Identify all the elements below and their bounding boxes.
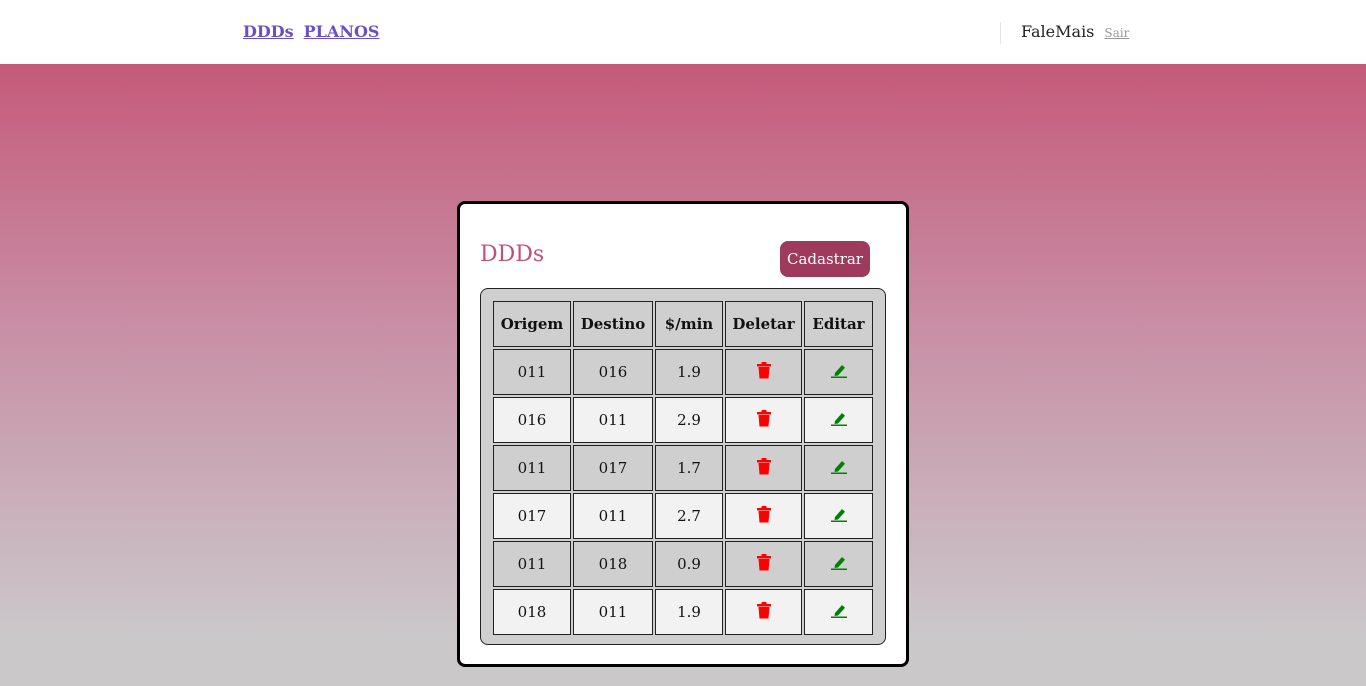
column-header-deletar: Deletar [725,301,802,347]
cell-editar [804,589,873,635]
cell-destino: 017 [573,445,653,491]
cell-deletar [725,589,802,635]
cadastrar-button[interactable]: Cadastrar [780,241,870,277]
table-row: 017 011 2.7 [493,493,873,539]
ddd-card: DDDs Cadastrar Origem Destino $/min Dele… [457,201,909,667]
pencil-icon[interactable] [830,458,848,475]
pencil-icon[interactable] [830,506,848,523]
cell-destino: 011 [573,397,653,443]
nav-links: DDDs PLANOS [243,22,379,41]
pencil-icon[interactable] [830,362,848,379]
pencil-icon[interactable] [830,602,848,619]
table-row: 011 016 1.9 [493,349,873,395]
trash-icon[interactable] [756,553,772,571]
cell-preco: 1.9 [655,349,723,395]
logout-link[interactable]: Sair [1104,26,1129,40]
cell-destino: 016 [573,349,653,395]
cell-origem: 016 [493,397,571,443]
cell-editar [804,349,873,395]
cell-origem: 018 [493,589,571,635]
cell-deletar [725,541,802,587]
cell-deletar [725,493,802,539]
cell-preco: 2.7 [655,493,723,539]
cell-destino: 011 [573,589,653,635]
cell-preco: 1.7 [655,445,723,491]
user-area: FaleMais Sair [1000,22,1129,44]
cell-deletar [725,349,802,395]
nav-link-planos[interactable]: PLANOS [304,22,380,41]
trash-icon[interactable] [756,409,772,427]
column-header-destino: Destino [573,301,653,347]
ddd-table-container: Origem Destino $/min Deletar Editar 011 0… [480,288,886,645]
cell-deletar [725,445,802,491]
cell-origem: 011 [493,541,571,587]
column-header-editar: Editar [804,301,873,347]
cell-editar [804,541,873,587]
nav-link-ddds[interactable]: DDDs [243,22,294,41]
trash-icon[interactable] [756,505,772,523]
table-row: 011 018 0.9 [493,541,873,587]
trash-icon[interactable] [756,361,772,379]
trash-icon[interactable] [756,601,772,619]
pencil-icon[interactable] [830,554,848,571]
ddd-table: Origem Destino $/min Deletar Editar 011 0… [491,299,875,637]
pencil-icon[interactable] [830,410,848,427]
column-header-origem: Origem [493,301,571,347]
cell-destino: 011 [573,493,653,539]
column-header-preco: $/min [655,301,723,347]
cell-origem: 017 [493,493,571,539]
cell-preco: 0.9 [655,541,723,587]
cell-origem: 011 [493,349,571,395]
brand-name: FaleMais [1021,22,1095,41]
cell-editar [804,445,873,491]
table-header-row: Origem Destino $/min Deletar Editar [493,301,873,347]
cell-preco: 2.9 [655,397,723,443]
table-row: 018 011 1.9 [493,589,873,635]
cell-editar [804,493,873,539]
trash-icon[interactable] [756,457,772,475]
card-title: DDDs [480,242,545,267]
cell-preco: 1.9 [655,589,723,635]
cell-destino: 018 [573,541,653,587]
cell-editar [804,397,873,443]
top-navbar: DDDs PLANOS FaleMais Sair [0,0,1366,64]
table-row: 016 011 2.9 [493,397,873,443]
cell-origem: 011 [493,445,571,491]
table-row: 011 017 1.7 [493,445,873,491]
cell-deletar [725,397,802,443]
